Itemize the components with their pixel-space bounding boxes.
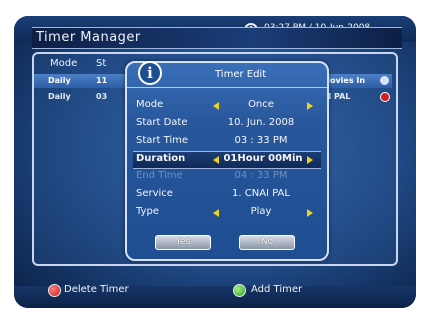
dialog-header: i Timer Edit [127, 61, 327, 88]
row-start: 11 [96, 76, 108, 85]
record-type-icon [380, 92, 390, 102]
field-end-time: End Time 04 : 33 PM [133, 169, 321, 185]
dialog-title: Timer Edit [215, 69, 267, 80]
field-value: 10. Jun. 2008 [227, 117, 295, 128]
field-value: 03 : 33 PM [234, 135, 288, 146]
field-label: Duration [136, 153, 186, 164]
play-type-icon [380, 76, 389, 85]
field-label: Service [136, 188, 173, 199]
field-start-time[interactable]: Start Time 03 : 33 PM [133, 134, 321, 150]
field-type[interactable]: Type Play [133, 205, 321, 221]
delete-timer-button[interactable]: Delete Timer [64, 284, 129, 295]
arrow-right-icon[interactable] [307, 102, 313, 110]
field-mode[interactable]: Mode Once [133, 98, 321, 114]
arrow-right-icon[interactable] [307, 156, 313, 164]
column-header-start: St [96, 58, 107, 69]
info-icon: i [138, 61, 162, 85]
row-mode: Daily [48, 76, 71, 85]
field-label: End Time [136, 170, 183, 181]
add-timer-button[interactable]: Add Timer [251, 284, 302, 295]
arrow-right-icon[interactable] [307, 209, 313, 217]
yes-button[interactable]: Yes [155, 235, 211, 250]
field-label: Start Date [136, 117, 188, 128]
field-label: Type [136, 206, 159, 217]
field-start-date[interactable]: Start Date 10. Jun. 2008 [133, 116, 321, 132]
field-service[interactable]: Service 1. CNAI PAL [133, 187, 321, 203]
title-bar: Timer Manager [32, 27, 402, 49]
page-title: Timer Manager [36, 30, 141, 45]
field-duration[interactable]: Duration 01Hour 00Min [133, 151, 321, 169]
red-key-icon[interactable] [48, 284, 61, 297]
field-label: Mode [136, 99, 164, 110]
field-value: 1. CNAI PAL [232, 188, 290, 199]
field-value: Play [250, 206, 272, 217]
column-header-mode: Mode [50, 58, 78, 69]
row-start: 03 [96, 92, 108, 101]
field-value: Once [248, 99, 274, 110]
green-key-icon[interactable] [233, 284, 246, 297]
timer-edit-dialog: i Timer Edit Mode Once Start Date 10. Ju… [125, 61, 329, 261]
field-label: Start Time [136, 135, 189, 146]
no-button[interactable]: No [239, 235, 295, 250]
row-mode: Daily [48, 92, 71, 101]
field-value: 01Hour 00Min [223, 153, 303, 164]
field-value: 04 : 33 PM [234, 170, 288, 181]
